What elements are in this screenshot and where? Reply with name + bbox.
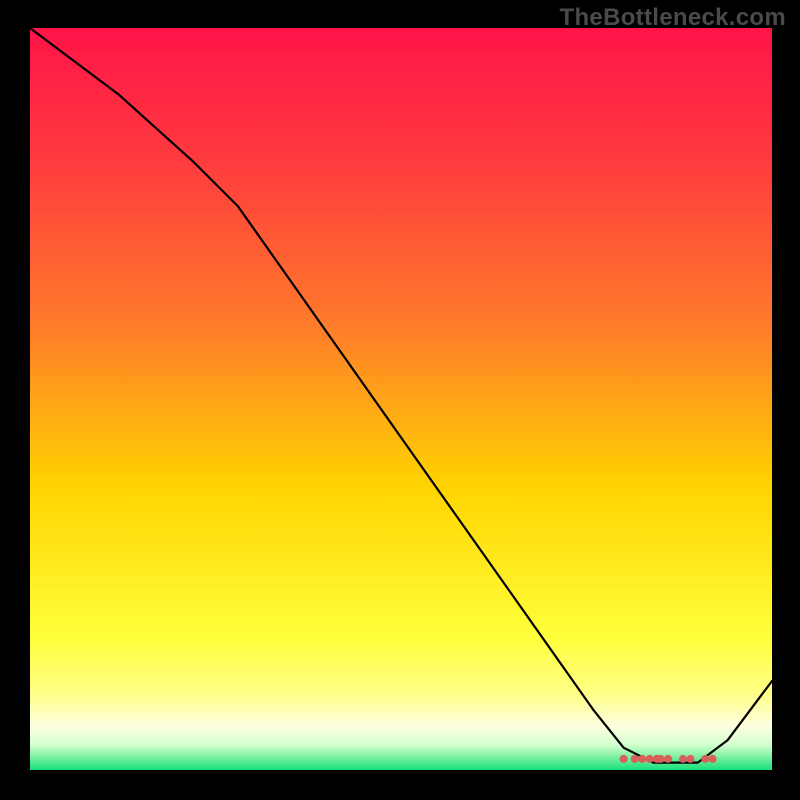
chart-plot-area	[30, 28, 772, 770]
chart-svg	[30, 28, 772, 770]
highlight-dot	[646, 755, 654, 763]
chart-background	[30, 28, 772, 770]
chart-frame: TheBottleneck.com	[0, 0, 800, 800]
highlight-dot	[638, 755, 646, 763]
highlight-dot	[657, 755, 665, 763]
highlight-dot	[709, 755, 717, 763]
highlight-dot	[631, 755, 639, 763]
highlight-dot	[620, 755, 628, 763]
highlight-dot	[679, 755, 687, 763]
highlight-dot	[686, 755, 694, 763]
highlight-dot	[701, 755, 709, 763]
highlight-dot	[664, 755, 672, 763]
